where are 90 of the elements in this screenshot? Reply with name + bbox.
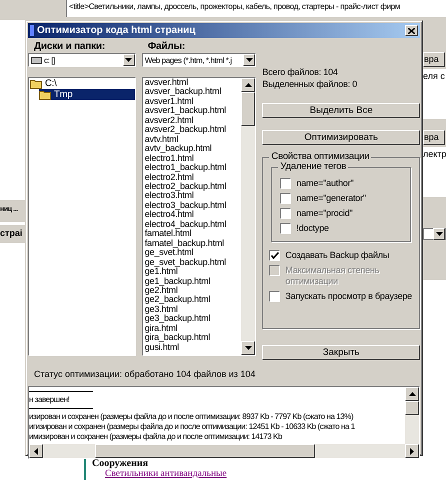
app-icon <box>30 25 34 36</box>
file-count: Выделенных файлов: 0 <box>262 79 358 91</box>
checkbox[interactable] <box>280 178 292 189</box>
checkbox-label: name="author" <box>296 178 354 189</box>
file-item[interactable]: electro1_backup.html <box>144 163 242 173</box>
drives-label: Диски и папки: <box>33 41 106 53</box>
scroll-thumb[interactable] <box>241 92 256 126</box>
checkbox[interactable] <box>280 223 292 234</box>
drive-dropdown[interactable]: c: [] <box>28 53 136 67</box>
file-item[interactable]: electro4_backup.html <box>144 220 242 230</box>
log-line: н завершен! <box>29 395 70 405</box>
group-title: Свойства оптимизации <box>269 151 372 162</box>
file-item[interactable]: electro1.html <box>144 154 242 164</box>
scroll-thumb[interactable] <box>405 401 419 415</box>
checkbox[interactable] <box>280 208 292 219</box>
page-button[interactable]: вра <box>423 130 445 145</box>
file-type-dropdown[interactable]: Web pages (*.htm, *.html *.j <box>142 53 256 67</box>
file-item[interactable]: avtv.html <box>144 134 242 144</box>
text-area: лектр <box>423 147 446 197</box>
text-area: еля с <box>423 69 446 119</box>
file-item[interactable]: electro2.html <box>144 172 242 182</box>
close-icon[interactable] <box>405 25 418 36</box>
file-item[interactable]: avtv_backup.html <box>144 144 242 154</box>
action-button[interactable]: Оптимизировать <box>262 130 420 145</box>
caret-icon <box>244 83 252 87</box>
file-item[interactable]: avsver2_backup.html <box>144 125 242 135</box>
file-item[interactable]: ge_svet_backup.html <box>144 258 242 268</box>
file-item[interactable]: ge_svet.html <box>144 248 242 258</box>
page-heading: Сооружения <box>92 458 148 469</box>
caret-icon <box>125 58 132 62</box>
checkbox-label: name="generator" <box>296 193 366 204</box>
log-line: изирован и сохранен (размеры файла до и после оптимизации: 8937 Kb - 7797 Kb (сжато на 13%) <box>29 412 354 422</box>
log-line: имизирован и сохранен (размеры файла до и после оптимизации: 14173 Kb <box>29 432 284 442</box>
file-item[interactable]: ge1.html <box>144 267 242 277</box>
file-count: Всего файлов: 104 <box>262 67 339 79</box>
file-item[interactable]: electro2_backup.html <box>144 182 242 192</box>
scroll-up-button[interactable] <box>241 78 256 92</box>
file-item[interactable]: gira.html <box>144 324 242 334</box>
checkbox[interactable] <box>280 193 292 204</box>
action-button[interactable]: Выделить Все <box>262 103 420 118</box>
page-tab[interactable]: страі <box>0 225 25 243</box>
checkbox-label: !doctype <box>296 223 329 234</box>
checkbox-label: Создавать Backup файлы <box>285 250 390 261</box>
checkbox-label: Запускать просмотр в браузере <box>285 291 412 302</box>
checkbox[interactable] <box>269 250 280 261</box>
file-item[interactable]: ge3_backup.html <box>144 314 242 324</box>
scroll-down-button[interactable] <box>241 341 256 355</box>
file-item[interactable]: avsver1_backup.html <box>144 106 242 116</box>
file-item[interactable]: famatel_backup.html <box>144 238 242 248</box>
file-item[interactable]: electro3.html <box>144 191 242 201</box>
close-button[interactable]: Закрыть <box>262 345 420 360</box>
file-item[interactable]: ge1_backup.html <box>144 276 242 286</box>
file-item[interactable]: ge2_backup.html <box>144 295 242 305</box>
file-item[interactable]: avsver_backup.html <box>144 87 242 97</box>
folder-icon <box>39 90 52 100</box>
title-bar: Оптимизатор кода html страниц <box>28 23 420 38</box>
scroll-right-button[interactable] <box>405 444 419 458</box>
file-item[interactable]: gusi.html <box>144 342 242 352</box>
page-link[interactable]: Светильники антивандальные <box>105 469 227 480</box>
dropdown[interactable] <box>423 228 446 240</box>
caret-icon <box>408 392 416 396</box>
caret-icon <box>244 346 252 350</box>
scroll-left-button[interactable] <box>29 444 43 458</box>
folder-item[interactable]: C:\ <box>30 78 135 89</box>
checkbox-label: Максимальная степень оптимизации <box>285 265 380 287</box>
file-item[interactable]: avsver2.html <box>144 116 242 126</box>
file-item[interactable]: electro3_backup.html <box>144 200 242 210</box>
checkbox[interactable] <box>269 291 280 302</box>
file-item[interactable]: avsver1.html <box>144 96 242 106</box>
scroll-thumb[interactable] <box>95 444 315 458</box>
log-line: игизирован и сохранен (размеры файла до и после оптимизации: 12451 Kb - 10633 Kb (сжато на 1 <box>29 422 356 432</box>
folder-icon <box>30 78 43 88</box>
scroll-up-button[interactable] <box>405 387 419 401</box>
file-item[interactable]: avsver.html <box>144 78 242 88</box>
file-item[interactable]: gira_backup.html <box>144 333 242 343</box>
drive-icon <box>31 56 42 64</box>
file-item[interactable]: electro4.html <box>144 210 242 220</box>
caret-icon <box>246 58 253 62</box>
status-text: Статус оптимизации: обработано 104 файлов из 104 <box>33 368 256 381</box>
caret-icon <box>410 448 414 454</box>
caret-icon <box>34 448 38 454</box>
file-item[interactable]: ge3.html <box>144 304 242 314</box>
checkbox-label: name="procid" <box>296 208 352 219</box>
group-title: Удаление тегов <box>278 161 348 172</box>
folder-item[interactable]: Tmp <box>39 89 135 100</box>
page-button[interactable]: вра <box>423 52 445 67</box>
file-item[interactable]: ge2.html <box>144 286 242 296</box>
files-label: Файлы: <box>146 41 186 53</box>
file-item[interactable]: famatel.html <box>144 229 242 239</box>
caret-icon <box>436 232 442 236</box>
